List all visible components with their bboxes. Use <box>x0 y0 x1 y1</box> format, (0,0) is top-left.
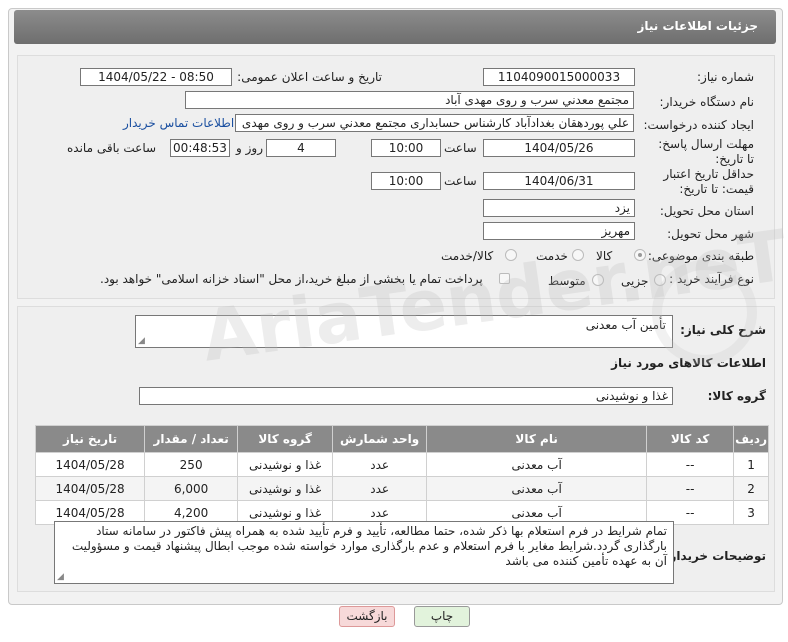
page-title: جزئیات اطلاعات نیاز <box>637 19 758 33</box>
cell-goods-group: غذا و نوشیدنی <box>237 452 334 477</box>
reply-time-label: ساعت <box>444 141 477 155</box>
buyer-notes-label: توضیحات خریدار: <box>664 549 766 563</box>
reply-deadline-time: 10:00 <box>371 139 441 157</box>
reply-deadline-label: مهلت ارسال پاسخ: تا تاریخ: <box>658 137 754 166</box>
col-goods-name: نام کالا <box>426 425 648 453</box>
buyer-org-field: مجتمع معدني سرب و روی مهدی آباد <box>185 91 634 109</box>
requester-field: علي پوردهقان بغدادآباد کارشناس حسابداری … <box>235 114 634 132</box>
panel-header: جزئیات اطلاعات نیاز <box>14 10 776 44</box>
cell-unit: عدد <box>332 476 428 501</box>
price-validity-label: حداقل تاریخ اعتبار قیمت: تا تاریخ: <box>663 167 754 196</box>
reply-deadline-date: 1404/05/26 <box>483 139 635 157</box>
cell-need-date: 1404/05/28 <box>34 476 146 501</box>
col-goods-group: گروه کالا <box>237 425 334 453</box>
resize-grip-icon[interactable]: ◢ <box>138 337 145 346</box>
days-label: روز و <box>236 141 263 155</box>
col-row-number: ردیف <box>733 425 769 453</box>
cell-need-date: 1404/05/28 <box>34 452 146 477</box>
back-button[interactable]: بازگشت <box>339 606 395 627</box>
col-need-date: تاریخ نیاز <box>34 425 146 453</box>
buyer-notes-field: تمام شرایط در فرم استعلام بها ذکر شده، ح… <box>54 521 674 584</box>
table-row: 2 -- آب معدنی عدد غذا و نوشیدنی 6,000 14… <box>34 476 769 501</box>
table-header-row: ردیف کد کالا نام کالا واحد شمارش گروه کا… <box>34 425 769 453</box>
cell-goods-group: غذا و نوشیدنی <box>237 476 334 501</box>
remaining-time-field: 00:48:53 <box>170 139 230 157</box>
cell-row-number: 2 <box>733 476 769 501</box>
buyer-org-label: نام دستگاه خریدار: <box>659 95 755 109</box>
goods-group-field: غذا و نوشیدنی <box>139 387 673 405</box>
announce-datetime-label: تاریخ و ساعت اعلان عمومی: <box>237 70 382 84</box>
goods-group-label: گروه کالا: <box>707 389 766 403</box>
price-validity-date: 1404/06/31 <box>483 172 635 190</box>
print-button[interactable]: چاپ <box>414 606 470 627</box>
requester-label: ایجاد کننده درخواست: <box>643 118 754 132</box>
col-quantity: تعداد / مقدار <box>144 425 239 453</box>
cell-row-number: 1 <box>733 452 769 477</box>
cell-quantity: 6,000 <box>144 476 239 501</box>
announce-datetime-field: 1404/05/22 - 08:50 <box>80 68 232 86</box>
cell-goods-name: آب معدنی <box>426 476 648 501</box>
remaining-label: ساعت باقی مانده <box>67 141 157 155</box>
need-number-field: 1104090015000033 <box>483 68 635 86</box>
goods-table: ردیف کد کالا نام کالا واحد شمارش گروه کا… <box>34 425 769 525</box>
province-field: یزد <box>483 199 635 217</box>
cell-goods-code: -- <box>646 476 735 501</box>
cell-quantity: 250 <box>144 452 239 477</box>
reply-days-field: 4 <box>266 139 336 157</box>
price-validity-time: 10:00 <box>371 172 441 190</box>
cell-goods-code: -- <box>646 452 735 477</box>
buyer-contact-link[interactable]: اطلاعات تماس خریدار <box>123 116 234 130</box>
need-number-label: شماره نیاز: <box>697 70 754 84</box>
resize-grip-icon[interactable]: ◢ <box>57 573 64 582</box>
cell-row-number: 3 <box>733 500 769 525</box>
cell-goods-name: آب معدنی <box>426 452 648 477</box>
col-goods-code: کد کالا <box>646 425 735 453</box>
validity-time-label: ساعت <box>444 174 477 188</box>
col-unit: واحد شمارش <box>332 425 428 453</box>
table-row: 1 -- آب معدنی عدد غذا و نوشیدنی 250 1404… <box>34 452 769 477</box>
province-label: استان محل تحویل: <box>659 204 754 218</box>
buyer-notes-text: تمام شرایط در فرم استعلام بها ذکر شده، ح… <box>71 524 667 568</box>
cell-unit: عدد <box>332 452 428 477</box>
